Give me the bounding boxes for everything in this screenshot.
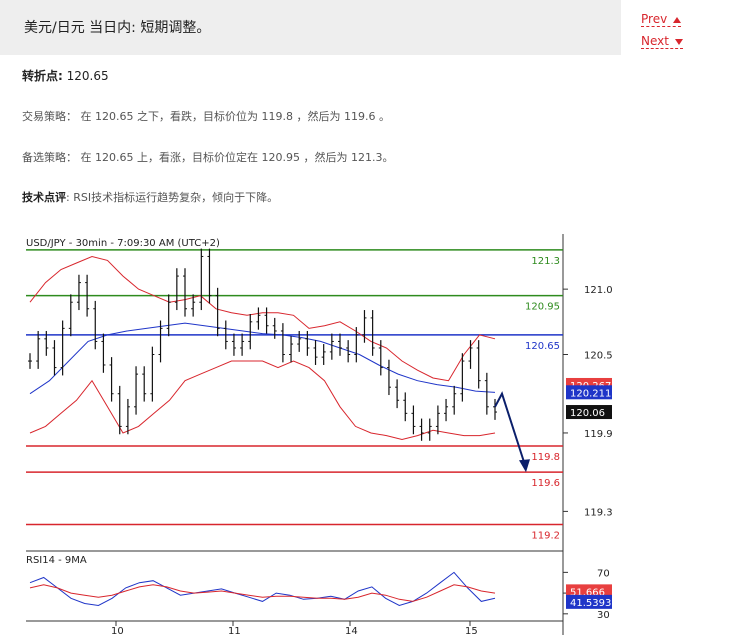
usdjpy-chart: USD/JPY - 30min - 7:09:30 AM (UTC+2) 121…: [26, 234, 613, 637]
rsi-panel: RSI14 - 9MA 705030 51.66641.5393: [26, 550, 612, 621]
level-label-5: 119.2: [531, 530, 560, 541]
level-label-0: 121.3: [531, 256, 560, 267]
rsi-line: [29, 571, 496, 607]
rsi-tags: 51.66641.5393: [566, 584, 612, 609]
x-axis: 10 11 14 15: [26, 620, 563, 637]
rsi-lines: [29, 571, 496, 607]
rsi-label: RSI14 - 9MA: [26, 555, 87, 566]
level-label-3: 119.8: [531, 452, 560, 463]
x-tick-label: 10: [111, 626, 124, 637]
price-panel: USD/JPY - 30min - 7:09:30 AM (UTC+2) 121…: [26, 234, 613, 635]
chart-title: USD/JPY - 30min - 7:09:30 AM (UTC+2): [26, 238, 220, 249]
level-label-2: 120.65: [525, 341, 560, 352]
x-tick-label: 15: [465, 626, 478, 637]
rsi-tick-label: 30: [597, 610, 610, 621]
price-tag-label: 120.06: [570, 408, 605, 419]
level-label-4: 119.6: [531, 478, 560, 489]
price-tick-label: 119.3: [584, 507, 613, 518]
price-tag-label: 120.211: [570, 388, 611, 399]
x-tick-label: 14: [345, 626, 358, 637]
price-tick-label: 120.5: [584, 351, 613, 362]
rsi-ma-line: [29, 584, 496, 602]
price-tick-label: 121.0: [584, 285, 613, 296]
rsi-tick-label: 70: [597, 568, 610, 579]
price-tags: 120.267120.211120.06: [566, 377, 612, 420]
rsi-tag-label: 41.5393: [570, 598, 611, 609]
x-tick-label: 11: [228, 626, 241, 637]
price-axis-ticks: 121.0 120.5 119.9 119.3: [563, 285, 613, 518]
price-tick-label: 119.9: [584, 429, 613, 440]
level-label-1: 120.95: [525, 302, 560, 313]
